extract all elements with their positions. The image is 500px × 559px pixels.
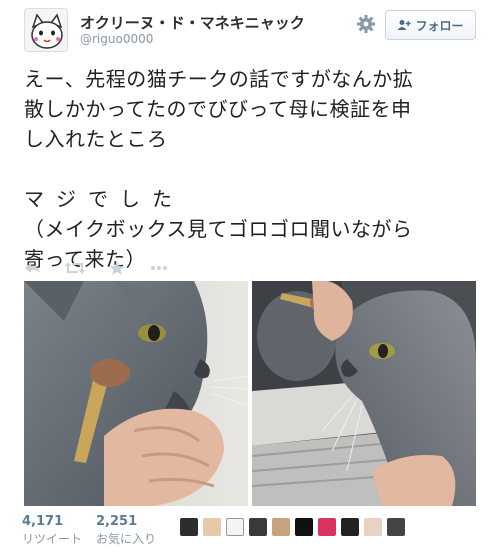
add-user-icon (397, 20, 412, 30)
favorite-stat[interactable]: 2,251 お気に入り (96, 514, 156, 547)
favorite-label: お気に入り (96, 532, 157, 546)
retweet-count: 4,171 (22, 514, 64, 529)
avatar[interactable] (387, 518, 405, 536)
follow-button[interactable]: フォロー (385, 10, 476, 40)
more-icon[interactable] (148, 260, 170, 276)
tweet-header: オクリーヌ・ド・マネキニャック @riguo0000 フォロー (0, 0, 500, 58)
tweet-photo-left[interactable] (24, 281, 248, 506)
avatar[interactable] (272, 518, 290, 536)
retweet-stat[interactable]: 4,171 リツイート (22, 514, 82, 547)
tweet-stats: 4,171 リツイート 2,251 お気に入り (22, 514, 482, 554)
gear-icon[interactable] (356, 14, 376, 34)
tweet-line: （メイクボックス見てゴロゴロ聞いながら (24, 217, 413, 241)
tweet-actions (22, 258, 222, 278)
star-icon[interactable] (106, 260, 128, 276)
follow-button-label: フォロー (415, 18, 464, 33)
favoriter-avatars (180, 518, 405, 536)
avatar[interactable] (364, 518, 382, 536)
tweet-text: えー、先程の猫チークの話ですがなんか拡 散しかかってたのでびびって母に検証を申 … (24, 64, 484, 274)
avatar[interactable] (180, 518, 198, 536)
avatar[interactable] (226, 518, 244, 536)
avatar[interactable] (295, 518, 313, 536)
avatar[interactable] (318, 518, 336, 536)
avatar[interactable] (203, 518, 221, 536)
reply-icon[interactable] (22, 260, 44, 276)
tweet-line: えー、先程の猫チークの話ですがなんか拡 (24, 67, 414, 91)
avatar[interactable] (341, 518, 359, 536)
tweet-line: し入れたところ (24, 127, 168, 151)
tweet-photo-right[interactable] (252, 281, 476, 506)
display-name[interactable]: オクリーヌ・ド・マネキニャック (80, 12, 305, 33)
avatar[interactable] (249, 518, 267, 536)
tweet-line: 散しかかってたのでびびって母に検証を申 (24, 97, 412, 121)
user-handle[interactable]: @riguo0000 (80, 32, 153, 46)
retweet-icon[interactable] (64, 260, 86, 276)
favorite-count: 2,251 (96, 514, 138, 529)
tweet-line: マジでした (24, 187, 184, 211)
avatar[interactable] (24, 8, 68, 52)
retweet-label: リツイート (22, 532, 83, 546)
